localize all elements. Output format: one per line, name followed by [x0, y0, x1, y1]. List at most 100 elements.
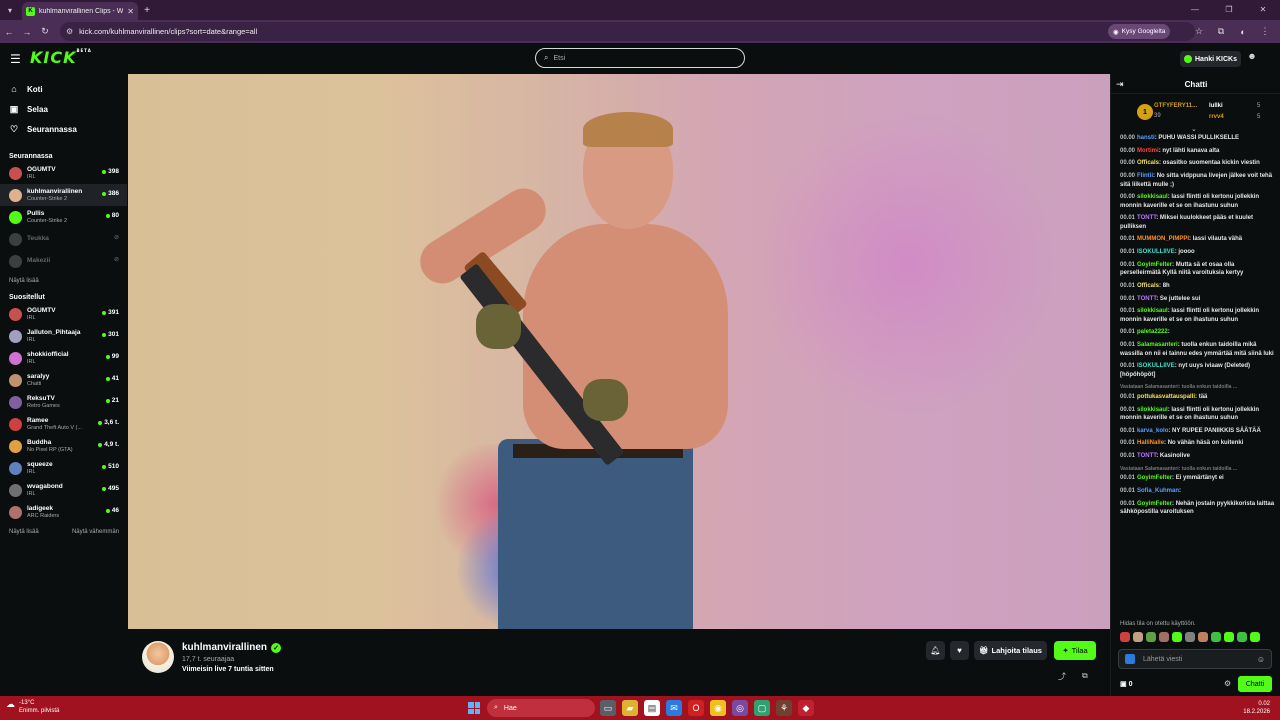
- emote-icon[interactable]: [1211, 632, 1221, 642]
- show-less-button[interactable]: Näytä vähemmän: [72, 523, 119, 541]
- subscribe-button[interactable]: ✦ Tilaa: [1054, 641, 1096, 660]
- message-username[interactable]: ISOKULLIIVE: [1137, 363, 1175, 369]
- message-username[interactable]: Mortimi: [1137, 148, 1159, 154]
- send-chat-button[interactable]: Chatti: [1238, 676, 1272, 692]
- channel-name[interactable]: kuhlmanvirallinen: [182, 642, 267, 653]
- message-username[interactable]: GoyimFelter: [1137, 262, 1172, 268]
- emote-icon[interactable]: [1237, 632, 1247, 642]
- share-icon[interactable]: ⤴: [1058, 671, 1066, 682]
- message-username[interactable]: silokkisaul: [1137, 194, 1168, 200]
- browser-profile-icon[interactable]: ◎: [732, 700, 748, 716]
- message-username[interactable]: ISOKULLIIVE: [1137, 249, 1175, 255]
- message-username[interactable]: TONTT: [1137, 453, 1156, 459]
- message-username[interactable]: TONTT: [1137, 296, 1156, 302]
- channel-item-makezii[interactable]: Makezii ⊘: [0, 250, 127, 272]
- bookmark-star-icon[interactable]: ☆: [1188, 26, 1210, 37]
- video-player[interactable]: [128, 74, 1110, 629]
- channel-item-jalluton-pihtaaja[interactable]: Jalluton_Pihtaaja IRL 301: [0, 325, 127, 347]
- emote-icon[interactable]: [1146, 632, 1156, 642]
- discord-icon[interactable]: ☻: [1244, 51, 1260, 67]
- emote-icon[interactable]: [1250, 632, 1260, 642]
- site-info-icon[interactable]: ⚙: [66, 27, 73, 36]
- profile-icon[interactable]: ◐: [1232, 27, 1254, 37]
- clip-icon[interactable]: ⧉: [1082, 671, 1088, 681]
- channel-item-ramee[interactable]: Ramee Grand Theft Auto V (... 3,6 t.: [0, 413, 127, 435]
- gift-subscription-button[interactable]: 🎁︎ Lahjoita tilaus: [974, 641, 1047, 660]
- back-arrow-icon[interactable]: ←: [0, 27, 18, 37]
- notification-bell-button[interactable]: 🔔︎: [926, 641, 945, 660]
- emoji-smile-icon[interactable]: ☺: [1257, 655, 1265, 664]
- taskbar-search[interactable]: ⌕ Hae: [487, 699, 595, 717]
- channel-item-reksutv[interactable]: ReksuTV Retro Games 21: [0, 391, 127, 413]
- task-view-icon[interactable]: ▭: [600, 700, 616, 716]
- search-input[interactable]: ⌕ Etsi: [535, 48, 745, 68]
- follow-heart-button[interactable]: ♥: [950, 641, 969, 660]
- weather-widget[interactable]: ☁ -13°C Enimm. pilvistä: [6, 699, 59, 715]
- browser-tab[interactable]: K kuhlmanvirallinen Clips - Watch ✕: [22, 2, 138, 20]
- sidebar-item-home[interactable]: ⌂ Koti: [9, 79, 127, 99]
- mail-icon[interactable]: ✉: [666, 700, 682, 716]
- message-username[interactable]: paleta2222: [1137, 329, 1168, 335]
- emote-icon[interactable]: [1224, 632, 1234, 642]
- channel-item-teukka[interactable]: Teukka ⊘: [0, 228, 127, 250]
- emote-icon[interactable]: [1198, 632, 1208, 642]
- system-clock[interactable]: 0.02 18.2.2026: [1243, 700, 1270, 716]
- channel-item-buddha[interactable]: Buddha No Pixel RP (GTA) 4,9 t.: [0, 435, 127, 457]
- message-username[interactable]: Sofia_Kuhman: [1137, 488, 1179, 494]
- message-username[interactable]: Officals: [1137, 160, 1159, 166]
- message-username[interactable]: MUMMON_PIMPPI: [1137, 236, 1189, 242]
- emote-icon[interactable]: [1159, 632, 1169, 642]
- message-username[interactable]: silokkisaul: [1137, 308, 1168, 314]
- chat-settings-gear-icon[interactable]: ⚙: [1224, 679, 1231, 688]
- emote-icon[interactable]: [1172, 632, 1182, 642]
- app-icon[interactable]: ▢: [754, 700, 770, 716]
- channel-avatar[interactable]: [142, 641, 174, 673]
- chrome-icon[interactable]: ◉: [710, 700, 726, 716]
- minimize-icon[interactable]: —: [1178, 0, 1212, 20]
- channel-item-ogumtv[interactable]: OGUMTV IRL 398: [0, 162, 127, 184]
- close-window-icon[interactable]: ✕: [1246, 0, 1280, 20]
- message-username[interactable]: Salamasanteri: [1137, 342, 1178, 348]
- file-explorer-icon[interactable]: ▰: [622, 700, 638, 716]
- message-username[interactable]: Flintii: [1137, 173, 1153, 179]
- expand-chevron-icon[interactable]: ⌄: [1191, 125, 1197, 133]
- opera-icon[interactable]: O: [688, 700, 704, 716]
- channel-points[interactable]: ▣ 0: [1120, 680, 1132, 688]
- message-username[interactable]: HalliNalle: [1137, 440, 1164, 446]
- chat-leaderboard[interactable]: 1 GTFYFERY11... 39 lullki 5 rrvv4 5 ⌄: [1111, 94, 1280, 133]
- extensions-icon[interactable]: ⧉: [1210, 26, 1232, 37]
- message-username[interactable]: hansti: [1137, 135, 1155, 141]
- message-username[interactable]: GoyimFelter: [1137, 501, 1172, 507]
- maximize-icon[interactable]: ❐: [1212, 0, 1246, 20]
- channel-item-squeeze[interactable]: squeeze IRL 510: [0, 457, 127, 479]
- notepad-icon[interactable]: ▤: [644, 700, 660, 716]
- message-username[interactable]: GoyimFelter: [1137, 475, 1172, 481]
- show-more-following[interactable]: Näytä lisää: [0, 272, 127, 290]
- sidebar-item-browse[interactable]: ▣ Selaa: [9, 99, 127, 119]
- app-icon-red[interactable]: ◆: [798, 700, 814, 716]
- kick-logo[interactable]: KICKBETA: [30, 48, 92, 67]
- get-kicks-button[interactable]: Hanki KICKs: [1180, 51, 1242, 67]
- channel-item-pullis[interactable]: Pullis Counter-Strike 2 80: [0, 206, 127, 228]
- channel-item-kuhlmanvirallinen[interactable]: kuhlmanvirallinen Counter-Strike 2 386: [0, 184, 127, 206]
- message-username[interactable]: Officals: [1137, 283, 1159, 289]
- reload-icon[interactable]: ↻: [36, 26, 54, 37]
- tab-list-chevron-icon[interactable]: ▾: [0, 0, 20, 20]
- message-username[interactable]: TONTT: [1137, 215, 1156, 221]
- hamburger-menu-icon[interactable]: ☰: [10, 52, 21, 66]
- channel-item-wvagabond[interactable]: wvagabond IRL 495: [0, 479, 127, 501]
- channel-item-shokkiofficial[interactable]: shokkiofficial IRL 99: [0, 347, 127, 369]
- forward-arrow-icon[interactable]: →: [18, 27, 36, 37]
- address-bar[interactable]: ⚙ kick.com/kuhlmanvirallinen/clips?sort=…: [60, 22, 1195, 41]
- menu-kebab-icon[interactable]: ⋮: [1254, 26, 1276, 37]
- channel-item-ladigeek[interactable]: ladigeek ARC Raiders 46: [0, 501, 127, 523]
- ask-google-button[interactable]: ◉ Kysy Googlelta: [1108, 24, 1171, 39]
- sidebar-item-following[interactable]: ♡ Seurannassa: [9, 119, 127, 139]
- new-tab-plus-icon[interactable]: +: [138, 5, 156, 16]
- channel-item-saralyy[interactable]: saralyy Chatti 41: [0, 369, 127, 391]
- steam-icon[interactable]: ⚘: [776, 700, 792, 716]
- show-more-button[interactable]: Näytä lisää: [9, 523, 39, 541]
- emote-icon[interactable]: [1133, 632, 1143, 642]
- windows-start-icon[interactable]: [468, 702, 480, 714]
- emote-icon[interactable]: [1120, 632, 1130, 642]
